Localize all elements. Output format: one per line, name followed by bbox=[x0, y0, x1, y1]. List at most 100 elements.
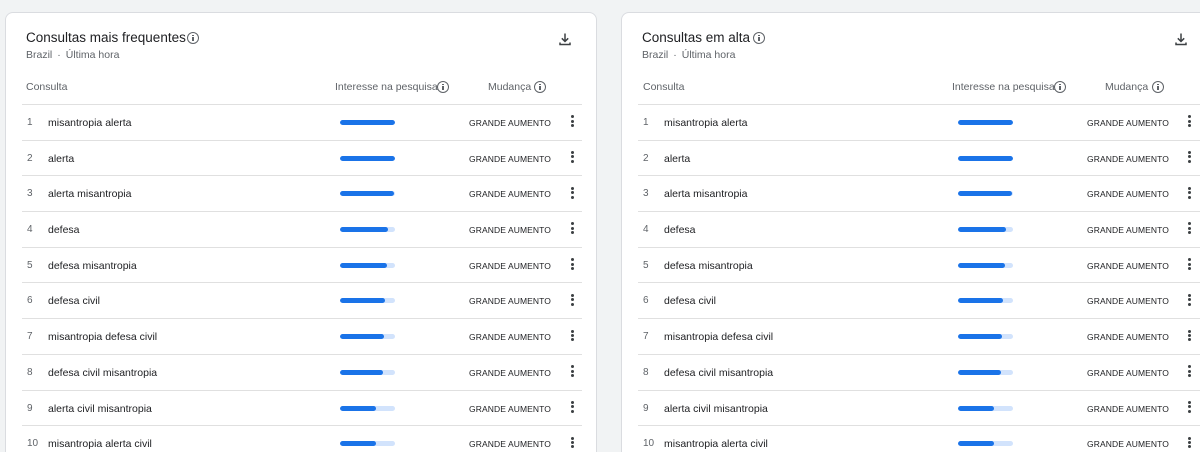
table-row[interactable]: 8 defesa civil misantropia GRANDE AUMENTO bbox=[22, 353, 582, 390]
top-queries-card: Consultas mais frequentes Brazil · Última … bbox=[5, 12, 597, 452]
table-row[interactable]: 2 alerta GRANDE AUMENTO bbox=[22, 139, 582, 176]
table-row[interactable]: 3 alerta misantropia GRANDE AUMENTO bbox=[638, 175, 1200, 211]
more-vert-icon[interactable] bbox=[567, 435, 577, 451]
more-vert-icon[interactable] bbox=[1184, 328, 1194, 344]
table-row[interactable]: 1 misantropia alerta GRANDE AUMENTO bbox=[638, 104, 1200, 140]
table-row[interactable]: 6 defesa civil GRANDE AUMENTO bbox=[638, 282, 1200, 318]
table-row[interactable]: 9 alerta civil misantropia GRANDE AUMENTO bbox=[638, 389, 1200, 426]
rank-number: 1 bbox=[27, 117, 33, 128]
interest-bar bbox=[340, 369, 395, 375]
query-link[interactable]: misantropia alerta civil bbox=[48, 438, 152, 450]
more-vert-icon[interactable] bbox=[1184, 150, 1194, 166]
query-link[interactable]: alerta civil misantropia bbox=[664, 403, 768, 415]
download-icon[interactable] bbox=[558, 32, 572, 46]
query-link[interactable]: misantropia defesa civil bbox=[48, 331, 157, 343]
info-icon[interactable] bbox=[753, 32, 765, 44]
interest-bar-fill bbox=[340, 405, 376, 411]
more-vert-icon[interactable] bbox=[1184, 185, 1194, 201]
change-label: GRANDE AUMENTO bbox=[469, 153, 552, 164]
info-icon[interactable] bbox=[437, 81, 449, 93]
rank-number: 1 bbox=[643, 117, 649, 128]
query-link[interactable]: misantropia alerta civil bbox=[664, 438, 768, 450]
info-icon[interactable] bbox=[187, 32, 199, 44]
more-vert-icon[interactable] bbox=[567, 400, 577, 416]
more-vert-icon[interactable] bbox=[567, 292, 577, 308]
rank-number: 7 bbox=[643, 331, 649, 343]
more-vert-icon[interactable] bbox=[567, 221, 577, 237]
more-vert-icon[interactable] bbox=[1184, 364, 1194, 380]
interest-bar-fill bbox=[958, 262, 1005, 268]
table-row[interactable]: 7 misantropia defesa civil GRANDE AUMENTO bbox=[638, 318, 1200, 354]
more-vert-icon[interactable] bbox=[1184, 400, 1194, 416]
query-link[interactable]: misantropia alerta bbox=[48, 117, 131, 129]
table-row[interactable]: 1 misantropia alerta GRANDE AUMENTO bbox=[22, 104, 582, 140]
interest-bar-fill bbox=[340, 191, 394, 197]
change-label: GRANDE AUMENTO bbox=[1087, 296, 1170, 307]
interest-bar bbox=[958, 298, 1013, 304]
region-label: Brazil bbox=[26, 49, 53, 61]
column-header-query: Consulta bbox=[643, 81, 685, 93]
more-vert-icon[interactable] bbox=[1184, 114, 1194, 130]
query-link[interactable]: alerta bbox=[664, 153, 690, 165]
query-link[interactable]: defesa misantropia bbox=[664, 260, 753, 272]
table-row[interactable]: 2 alerta GRANDE AUMENTO bbox=[638, 139, 1200, 176]
interest-bar bbox=[340, 191, 395, 197]
query-link[interactable]: alerta misantropia bbox=[48, 188, 131, 200]
table-row[interactable]: 10 misantropia alerta civil GRANDE AUMENTO bbox=[638, 425, 1200, 452]
interest-bar-fill bbox=[340, 262, 387, 268]
more-vert-icon[interactable] bbox=[567, 257, 577, 273]
query-link[interactable]: defesa civil bbox=[664, 295, 716, 307]
query-link[interactable]: alerta bbox=[48, 153, 74, 165]
rank-number: 5 bbox=[643, 259, 649, 271]
change-label: GRANDE AUMENTO bbox=[1087, 189, 1170, 200]
table-row[interactable]: 5 defesa misantropia GRANDE AUMENTO bbox=[638, 246, 1200, 283]
query-link[interactable]: defesa misantropia bbox=[48, 260, 137, 272]
more-vert-icon[interactable] bbox=[567, 114, 577, 130]
table-row[interactable]: 5 defesa misantropia GRANDE AUMENTO bbox=[22, 246, 582, 283]
query-link[interactable]: defesa bbox=[48, 224, 80, 236]
rank-number: 10 bbox=[27, 438, 39, 450]
period-label: Última hora bbox=[681, 49, 736, 61]
query-link[interactable]: misantropia defesa civil bbox=[664, 331, 773, 343]
interest-bar-fill bbox=[340, 441, 376, 447]
interest-bar-fill bbox=[340, 369, 383, 375]
top-strip bbox=[0, 0, 1200, 8]
change-label: GRANDE AUMENTO bbox=[469, 225, 552, 236]
more-vert-icon[interactable] bbox=[1184, 292, 1194, 308]
interest-bar-fill bbox=[340, 298, 386, 304]
info-icon[interactable] bbox=[1152, 81, 1164, 93]
more-vert-icon[interactable] bbox=[1184, 221, 1194, 237]
more-vert-icon[interactable] bbox=[1184, 435, 1194, 451]
change-label: GRANDE AUMENTO bbox=[469, 260, 552, 271]
query-link[interactable]: defesa bbox=[664, 224, 696, 236]
table-row[interactable]: 4 defesa GRANDE AUMENTO bbox=[638, 211, 1200, 247]
more-vert-icon[interactable] bbox=[1184, 257, 1194, 273]
table-row[interactable]: 6 defesa civil GRANDE AUMENTO bbox=[22, 282, 582, 318]
query-link[interactable]: defesa civil misantropia bbox=[664, 367, 773, 379]
table-row[interactable]: 7 misantropia defesa civil GRANDE AUMENTO bbox=[22, 318, 582, 354]
query-link[interactable]: alerta misantropia bbox=[664, 188, 747, 200]
query-link[interactable]: defesa civil misantropia bbox=[48, 367, 157, 379]
info-icon[interactable] bbox=[1054, 81, 1066, 93]
table-row[interactable]: 9 alerta civil misantropia GRANDE AUMENTO bbox=[22, 389, 582, 426]
interest-bar-fill bbox=[958, 227, 1006, 233]
query-link[interactable]: defesa civil bbox=[48, 295, 100, 307]
interest-bar bbox=[958, 120, 1013, 125]
interest-bar-fill bbox=[958, 334, 1002, 340]
more-vert-icon[interactable] bbox=[567, 150, 577, 166]
table-row[interactable]: 8 defesa civil misantropia GRANDE AUMENTO bbox=[638, 353, 1200, 390]
more-vert-icon[interactable] bbox=[567, 364, 577, 380]
change-label: GRANDE AUMENTO bbox=[1087, 332, 1170, 343]
more-vert-icon[interactable] bbox=[567, 185, 577, 201]
query-link[interactable]: misantropia alerta bbox=[664, 117, 747, 129]
table-row[interactable]: 10 misantropia alerta civil GRANDE AUMENTO bbox=[22, 425, 582, 452]
table-row[interactable]: 4 defesa GRANDE AUMENTO bbox=[22, 211, 582, 247]
interest-bar bbox=[958, 155, 1013, 161]
query-link[interactable]: alerta civil misantropia bbox=[48, 403, 152, 415]
table-row[interactable]: 3 alerta misantropia GRANDE AUMENTO bbox=[22, 175, 582, 211]
more-vert-icon[interactable] bbox=[567, 328, 577, 344]
download-icon[interactable] bbox=[1174, 32, 1188, 46]
card-subtitle: Brazil · Última hora bbox=[26, 49, 119, 61]
interest-bar bbox=[340, 227, 395, 233]
info-icon[interactable] bbox=[534, 81, 546, 93]
